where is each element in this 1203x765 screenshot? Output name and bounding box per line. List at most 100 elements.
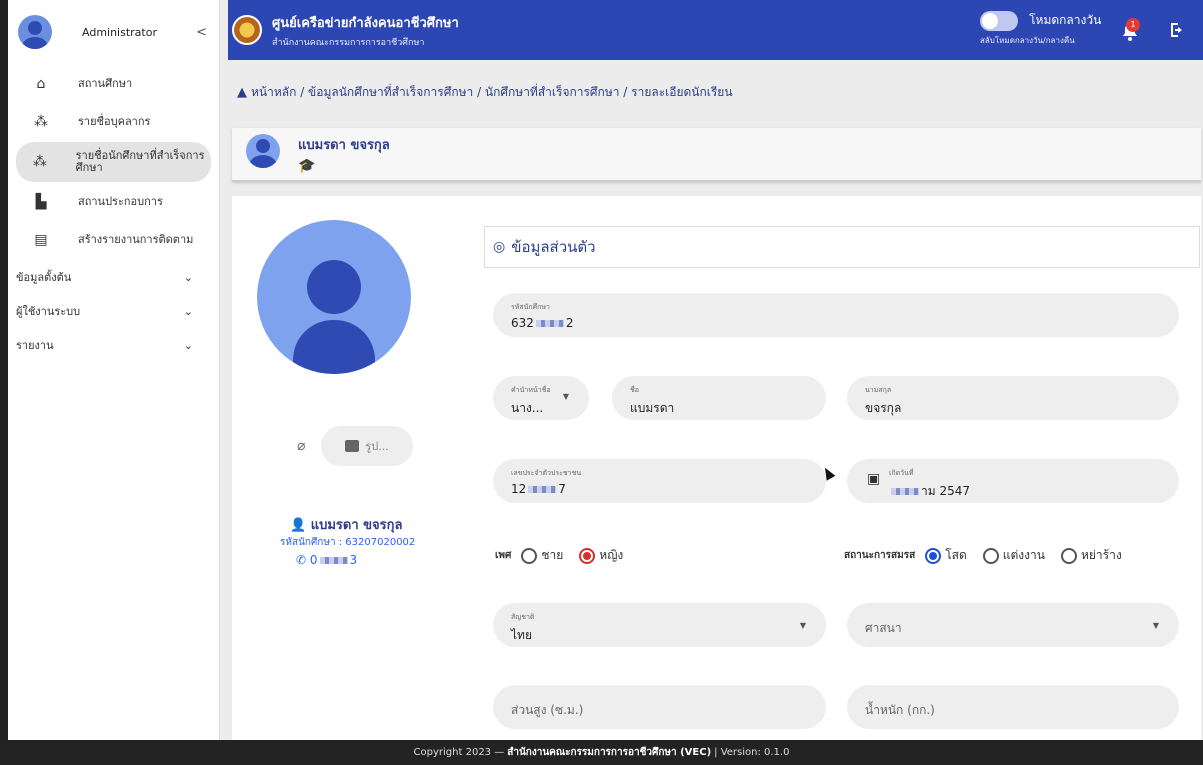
profile-student-id: รหัสนักศึกษา : 63207020002 [280,537,416,548]
home-icon[interactable]: ▲ [237,85,247,100]
sidebar-item-label: สถานประกอบการ [78,194,163,208]
sidebar-group-label: ข้อมูลตั้งต้น [16,271,72,284]
sidebar-header: Administrator < [8,0,219,64]
collapse-sidebar-icon[interactable]: < [196,25,207,40]
sidebar-item-label: สถานศึกษา [78,76,133,90]
value-prefix: 632 [511,316,534,330]
breadcrumb: ▲ หน้าหลัก / ข้อมูลนักศึกษาที่สำเร็จการศ… [237,83,733,102]
topbar: ศูนย์เครือข่ายกำลังคนอาชีวศึกษา สำนักงาน… [228,0,1203,60]
sidebar-group-reports[interactable]: รายงาน ⌄ [8,328,219,362]
upload-photo-button[interactable]: รูป... [321,426,413,466]
last-name-field[interactable]: นามสกุล ขจรกุล [847,376,1179,420]
org-logo [232,15,262,45]
field-value: 12 7 [511,482,566,496]
birth-date-field[interactable]: ▣ เกิดวันที่ าม 2547 [847,459,1179,503]
redacted [319,557,348,564]
marital-divorced-radio[interactable] [1060,547,1077,564]
marital-married-radio[interactable] [982,547,999,564]
marital-radio-group: สถานะการสมรส โสด แต่งงาน หย่าร้าง [844,546,1134,565]
theme-toggle-hint: สลับโหมดกลางวัน/กลางคืน [980,35,1075,45]
student-id-field[interactable]: รหัสนักศึกษา 632 2 [493,293,1179,337]
gender-male-label: ชาย [541,548,564,562]
theme-toggle[interactable] [980,10,1018,31]
marital-single-radio[interactable] [925,547,942,564]
student-photo [257,220,411,374]
breadcrumb-text[interactable]: หน้าหลัก / ข้อมูลนักศึกษาที่สำเร็จการศึก… [251,83,733,102]
value-suffix: 7 [558,482,566,496]
marital-label: สถานะการสมรส [844,550,916,561]
field-label: เกิดวันที่ [889,469,914,477]
field-value: ไทย [511,628,532,642]
sidebar-item-personnel[interactable]: ⁂ รายชื่อบุคลากร [16,104,211,140]
field-label: นามสกุล [865,386,892,394]
sidebar-group-label: ผู้ใช้งานระบบ [16,305,81,318]
graduation-cap-icon: 🎓 [298,158,316,174]
field-value: 632 2 [511,316,574,330]
student-header-card: แบมรดา ขจรกุล 🎓 [232,128,1201,182]
field-value: ขจรกุล [865,401,902,415]
logout-icon[interactable] [1169,22,1185,38]
sidebar-title: Administrator [82,25,157,39]
sidebar-item-graduates[interactable]: ⁂ รายชื่อนักศึกษาที่สำเร็จการศึกษา [16,142,211,182]
gender-male-radio[interactable] [521,547,538,564]
redacted [528,486,557,493]
first-name-field[interactable]: ชื่อ แบมรดา [612,376,826,420]
chevron-down-icon: ⌄ [183,338,193,352]
user-circle-icon: ◎ [493,239,506,255]
name-prefix-select[interactable]: คำนำหน้าชื่อ นาง... ▼ [493,376,589,420]
field-label: ชื่อ [630,386,639,394]
height-field[interactable]: ส่วนสูง (ซ.ม.) [493,685,826,729]
attach-icon[interactable]: ⌀ [297,438,305,454]
footer-version: | Version: 0.1.0 [714,747,790,758]
value-prefix: 12 [511,482,527,496]
avatar-head [307,260,361,314]
graduates-icon: ⁂ [32,154,47,170]
sidebar-item-label: รายชื่อนักศึกษาที่สำเร็จการศึกษา [75,148,205,174]
dropdown-arrow-icon: ▼ [1152,621,1159,630]
sidebar-item-create-report[interactable]: ▤ สร้างรายงานการติดตาม [16,222,211,258]
notification-badge: 1 [1126,18,1140,32]
citizen-id-field[interactable]: เลขประจำตัวประชาชน 12 7 [493,459,826,503]
app-subtitle: สำนักงานคณะกรรมการการอาชีวศึกษา [272,37,425,48]
upload-photo-label: รูป... [365,440,389,453]
footer-org: สำนักงานคณะกรรมการการอาชีวศึกษา (VEC) [507,747,712,758]
student-name: แบมรดา ขจรกุล [298,138,390,153]
sidebar-item-companies[interactable]: ▙ สถานประกอบการ [16,184,211,220]
gender-female-label: หญิง [599,548,624,562]
sidebar-group-users[interactable]: ผู้ใช้งานระบบ ⌄ [8,294,219,328]
sidebar-item-label: สร้างรายงานการติดตาม [78,232,194,246]
sidebar-item-schools[interactable]: ⌂ สถานศึกษา [16,66,211,102]
school-icon: ⌂ [36,76,46,92]
field-value: าม 2547 [889,482,970,501]
sidebar-group-label: รายงาน [16,339,54,352]
phone-icon: ✆ [296,553,307,567]
student-detail-panel: ⌀ รูป... 👤 แบมรดา ขจรกุล รหัสนักศึกษา : … [232,196,1201,740]
footer: Copyright 2023 — สำนักงานคณะกรรมการการอา… [0,740,1203,765]
factory-icon: ▙ [35,194,47,210]
profile-name: 👤 แบมรดา ขจรกุล [290,514,403,535]
dropdown-arrow-icon: ▼ [799,621,806,630]
sidebar: Administrator < ⌂ สถานศึกษา ⁂ รายชื่อบุค… [0,0,220,740]
document-icon: ▤ [34,232,48,248]
redacted [891,488,919,495]
gender-female-radio[interactable] [579,547,596,564]
field-label: เลขประจำตัวประชาชน [511,469,582,477]
religion-select[interactable]: ศาสนา ▼ [847,603,1179,647]
user-avatar[interactable] [18,15,52,49]
sidebar-item-label: รายชื่อบุคลากร [78,114,151,128]
profile-name-text: แบมรดา ขจรกุล [310,518,403,533]
value-suffix: าม 2547 [921,484,971,498]
field-placeholder: ส่วนสูง (ซ.ม.) [511,703,584,717]
theme-toggle-label: โหมดกลางวัน [1029,13,1102,27]
person-icon: 👤 [290,518,307,533]
theme-toggle-wrap: โหมดกลางวัน สลับโหมดกลางวัน/กลางคืน [980,10,1101,47]
weight-field[interactable]: น้ำหนัก (กก.) [847,685,1179,729]
chevron-down-icon: ⌄ [183,270,193,284]
nationality-select[interactable]: สัญชาติ ไทย ▼ [493,603,826,647]
sidebar-group-master-data[interactable]: ข้อมูลตั้งต้น ⌄ [8,260,219,294]
value-suffix: 2 [565,316,574,330]
field-placeholder: ศาสนา [865,621,902,635]
section-header: ◎ ข้อมูลส่วนตัว [484,226,1200,268]
section-title: ข้อมูลส่วนตัว [511,238,596,256]
redacted [535,320,564,327]
